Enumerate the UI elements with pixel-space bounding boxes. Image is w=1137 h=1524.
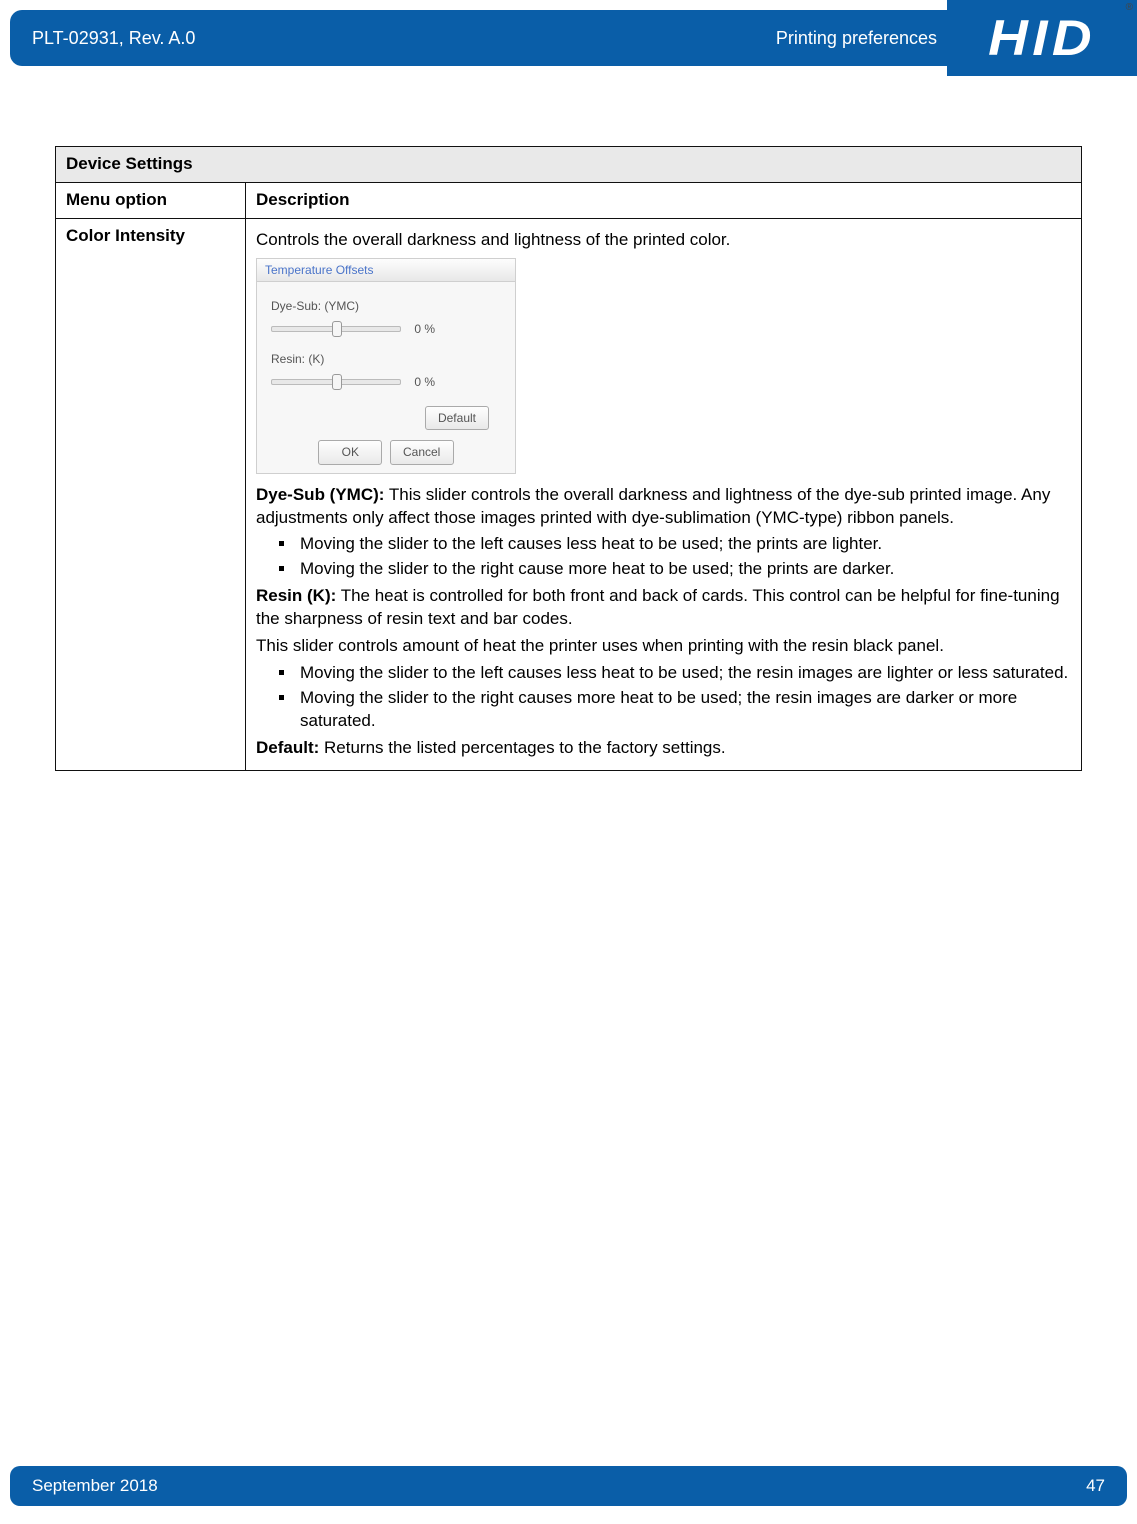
menu-option-cell: Color Intensity xyxy=(56,218,246,770)
doc-id: PLT-02931, Rev. A.0 xyxy=(10,28,195,49)
dialog-title: Temperature Offsets xyxy=(257,259,515,282)
dyesub-list: Moving the slider to the left causes les… xyxy=(256,533,1071,581)
dialog-body: Dye-Sub: (YMC) 0 % Resin: (K) 0 % Defaul… xyxy=(257,282,515,473)
dyesub-slider[interactable] xyxy=(271,326,401,332)
dyesub-slider-value: 0 % xyxy=(414,321,435,337)
footer-date: September 2018 xyxy=(10,1476,158,1496)
intro-text: Controls the overall darkness and lightn… xyxy=(256,229,1071,252)
description-cell: Controls the overall darkness and lightn… xyxy=(246,218,1082,770)
resin-slider[interactable] xyxy=(271,379,401,385)
page-number: 47 xyxy=(1086,1476,1127,1496)
resin-slider-group: Resin: (K) 0 % xyxy=(271,351,501,390)
resin-paragraph: Resin (K): The heat is controlled for bo… xyxy=(256,585,1071,631)
page-footer: September 2018 47 xyxy=(10,1466,1127,1506)
ok-button[interactable]: OK xyxy=(318,440,382,464)
dyesub-slider-group: Dye-Sub: (YMC) 0 % xyxy=(271,298,501,337)
dyesub-label: Dye-Sub (YMC): xyxy=(256,485,384,504)
col-header-description: Description xyxy=(246,182,1082,218)
resin-list: Moving the slider to the left causes les… xyxy=(256,662,1071,733)
hid-logo-text: HID xyxy=(988,9,1096,67)
dyesub-slider-label: Dye-Sub: (YMC) xyxy=(271,298,501,314)
default-paragraph: Default: Returns the listed percentages … xyxy=(256,737,1071,760)
table-title: Device Settings xyxy=(56,147,1082,183)
registered-mark-icon: ® xyxy=(1126,2,1133,13)
resin-slider-label: Resin: (K) xyxy=(271,351,501,367)
slider-thumb-icon[interactable] xyxy=(332,321,342,337)
resin-slider-value: 0 % xyxy=(414,374,435,390)
list-item: Moving the slider to the left causes les… xyxy=(296,533,1071,556)
slider-thumb-icon[interactable] xyxy=(332,374,342,390)
default-label: Default: xyxy=(256,738,319,757)
list-item: Moving the slider to the left causes les… xyxy=(296,662,1071,685)
cancel-button[interactable]: Cancel xyxy=(390,440,454,464)
page-header: PLT-02931, Rev. A.0 Printing preferences… xyxy=(0,0,1137,76)
brand-logo: HID xyxy=(947,0,1137,76)
resin-label: Resin (K): xyxy=(256,586,336,605)
list-item: Moving the slider to the right causes mo… xyxy=(296,687,1071,733)
default-button[interactable]: Default xyxy=(425,406,489,430)
resin-text: The heat is controlled for both front an… xyxy=(256,586,1060,628)
default-text: Returns the listed percentages to the fa… xyxy=(319,738,725,757)
dyesub-paragraph: Dye-Sub (YMC): This slider controls the … xyxy=(256,484,1071,530)
content-area: Device Settings Menu option Description … xyxy=(0,76,1137,771)
col-header-menu: Menu option xyxy=(56,182,246,218)
resin-text2: This slider controls amount of heat the … xyxy=(256,635,1071,658)
device-settings-table: Device Settings Menu option Description … xyxy=(55,146,1082,771)
temperature-offsets-dialog: Temperature Offsets Dye-Sub: (YMC) 0 % R… xyxy=(256,258,516,474)
list-item: Moving the slider to the right cause mor… xyxy=(296,558,1071,581)
